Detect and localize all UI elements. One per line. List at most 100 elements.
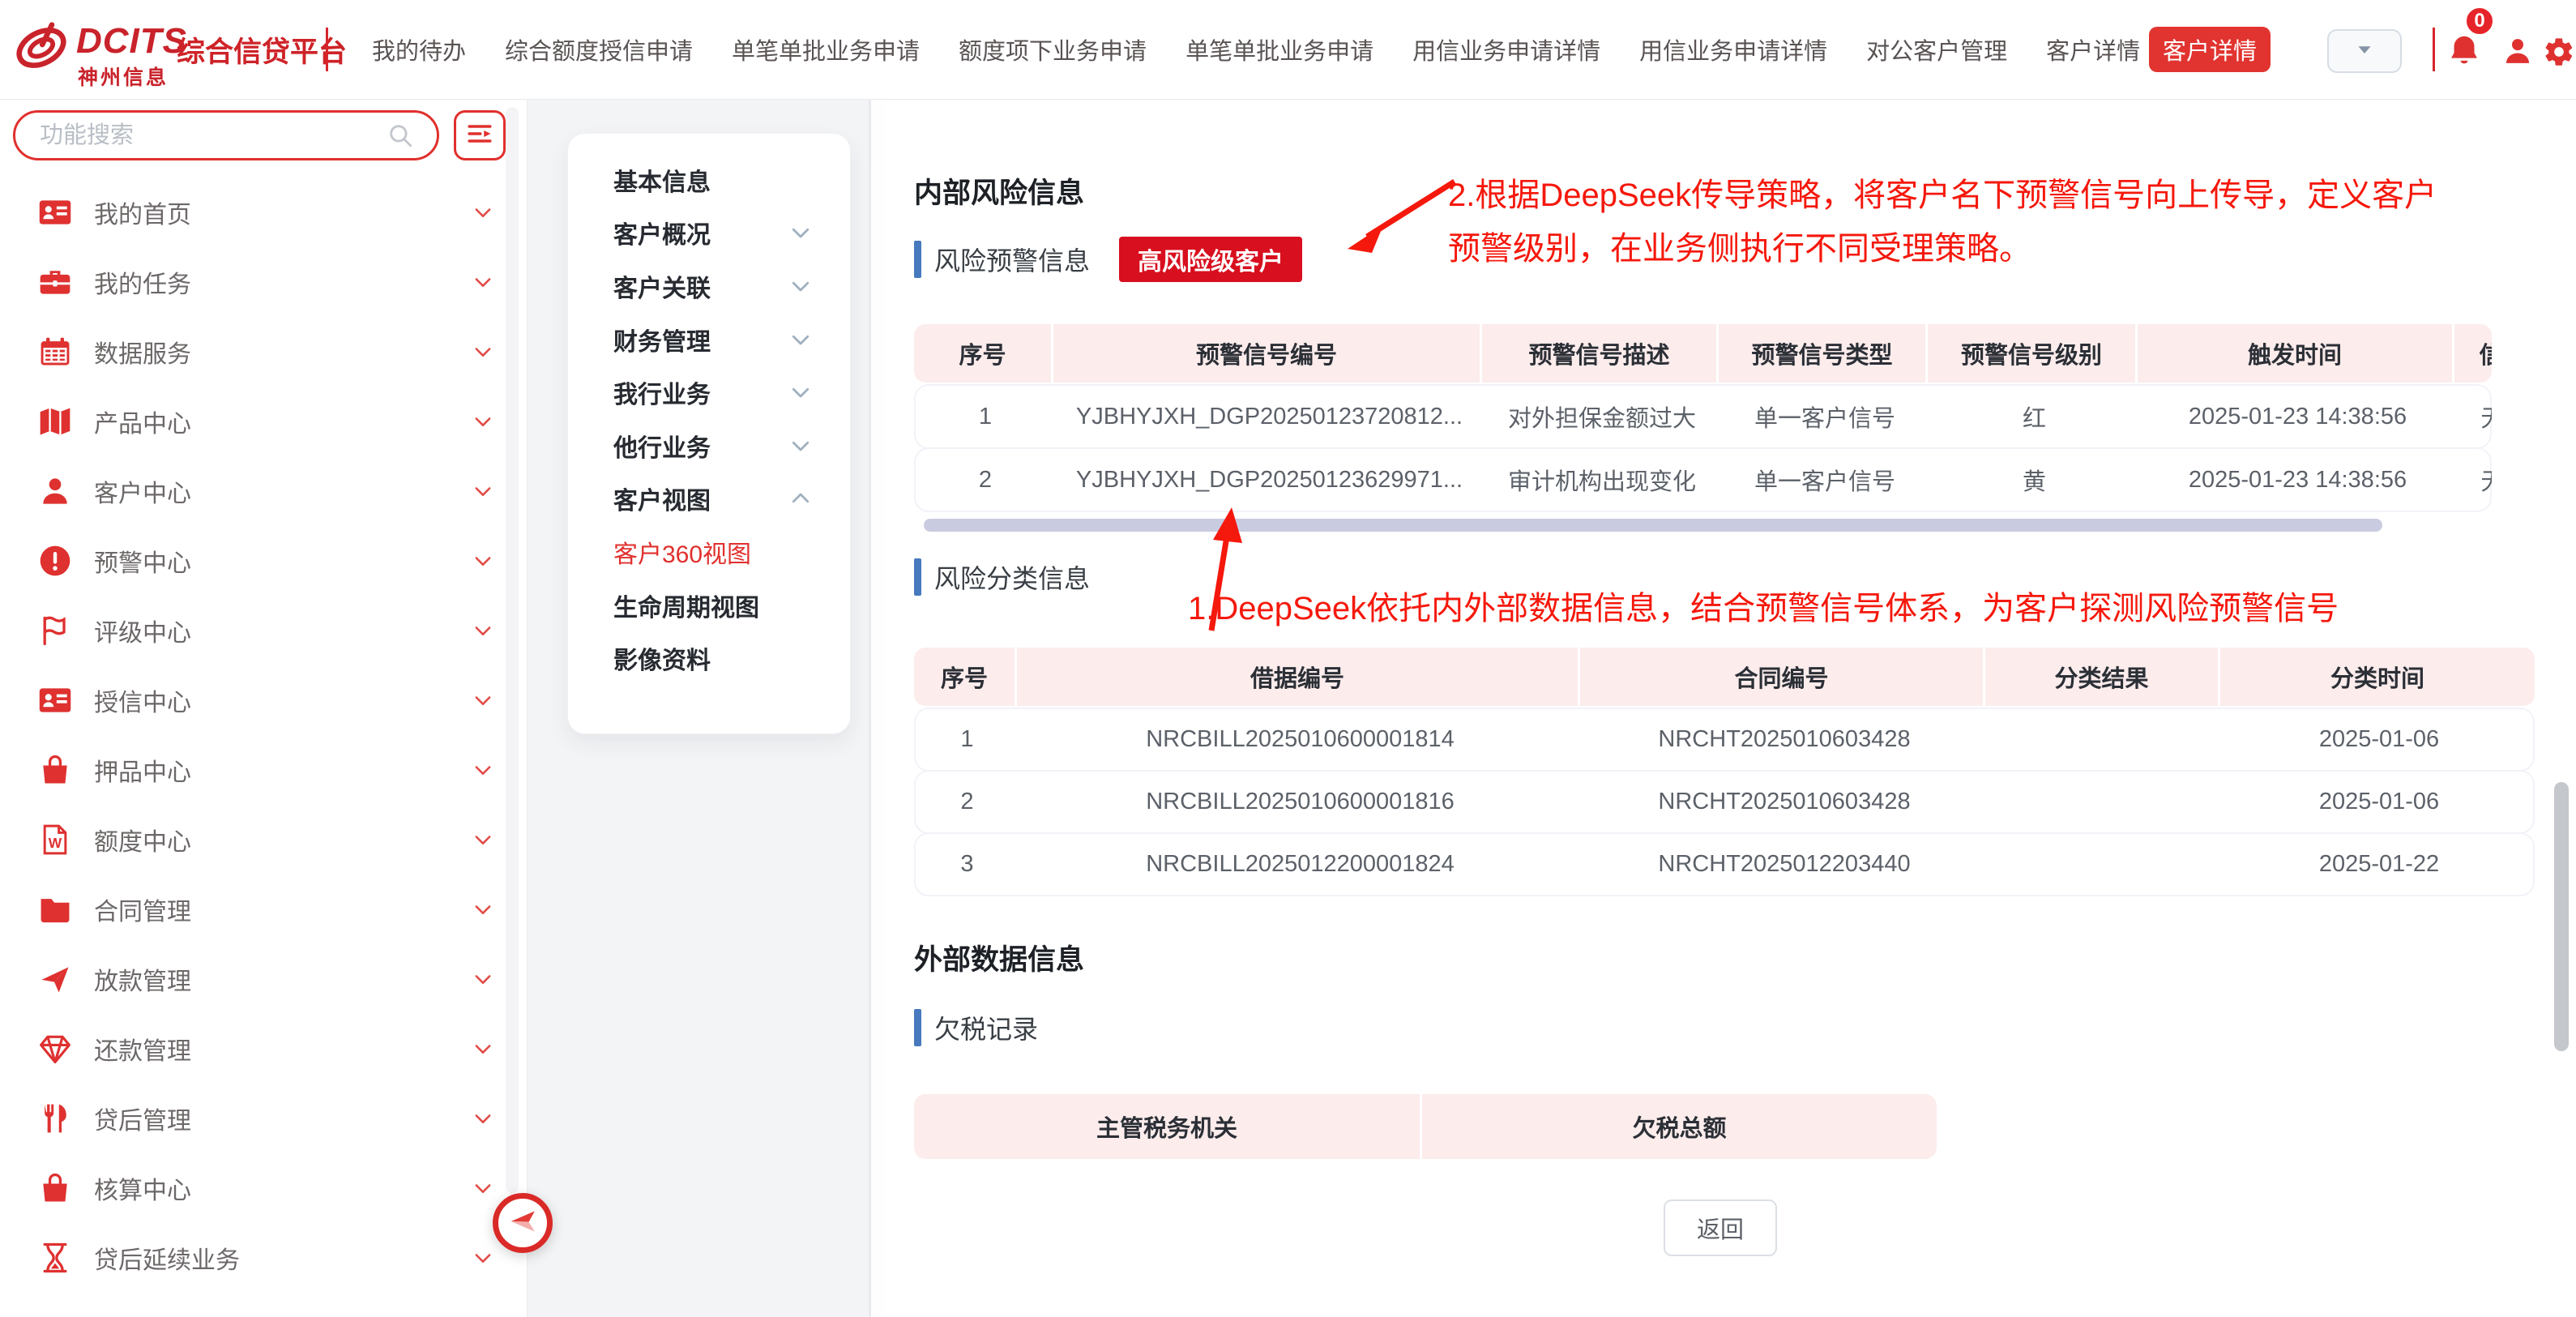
table-cell: 审计机构出现变化 bbox=[1484, 463, 1720, 497]
chevron-down-icon bbox=[788, 220, 813, 245]
back-button[interactable]: 返回 bbox=[1664, 1199, 1777, 1256]
tab-overflow-dropdown[interactable] bbox=[2327, 29, 2402, 73]
horizontal-scrollbar[interactable] bbox=[924, 519, 2382, 532]
sidebar-item[interactable]: 还款管理 bbox=[0, 1014, 527, 1084]
sidebar-menu: 我的首页我的任务数据服务产品中心客户中心预警中心评级中心授信中心押品中心W额度中… bbox=[0, 177, 527, 1293]
nav-item[interactable]: 对公客户管理 bbox=[1866, 32, 2007, 66]
submenu-item-label: 客户360视图 bbox=[613, 534, 751, 570]
table-cell: YJBHYJXH_DGP20250123629971... bbox=[1055, 467, 1484, 494]
search-input[interactable] bbox=[38, 122, 382, 150]
sidebar-item[interactable]: 我的任务 bbox=[0, 247, 527, 317]
nav-item[interactable]: 用信业务申请详情 bbox=[1412, 32, 1600, 66]
bell-icon[interactable] bbox=[2446, 32, 2483, 70]
table-cell: 2025-01-23 14:38:56 bbox=[2139, 404, 2456, 430]
chevron-down-icon bbox=[472, 201, 494, 224]
table-header-cell: 序号 bbox=[914, 648, 1017, 706]
sidebar-collapse-button[interactable] bbox=[493, 1193, 553, 1253]
submenu-item[interactable]: 我行业务 bbox=[568, 366, 850, 419]
sidebar-item[interactable]: 我的首页 bbox=[0, 177, 527, 247]
top-nav: 我的待办 综合额度授信申请 单笔单批业务申请 额度项下业务申请 单笔单批业务申请 用信业务… bbox=[372, 0, 2140, 99]
table-cell: YJBHYJXH_DGP20250123720812... bbox=[1055, 404, 1484, 430]
submenu-item[interactable]: 客户视图 bbox=[568, 472, 850, 526]
chevron-down-icon bbox=[472, 968, 494, 990]
sidebar-item[interactable]: 数据服务 bbox=[0, 317, 527, 387]
table-row[interactable]: 2YJBHYJXH_DGP20250123629971...审计机构出现变化单一… bbox=[914, 447, 2492, 512]
nav-item[interactable]: 用信业务申请详情 bbox=[1639, 32, 1827, 66]
submenu-item[interactable]: 客户概况 bbox=[568, 207, 850, 260]
utensils-icon bbox=[37, 1101, 73, 1136]
tab-customer-detail-active[interactable]: 客户详情 bbox=[2149, 27, 2271, 72]
table-row[interactable]: 1YJBHYJXH_DGP20250123720812...对外担保金额过大单一… bbox=[914, 384, 2492, 449]
submenu-item[interactable]: 基本信息 bbox=[568, 153, 850, 207]
nav-item[interactable]: 单笔单批业务申请 bbox=[732, 32, 920, 66]
chevron-down-icon bbox=[788, 327, 813, 352]
submenu-item-label: 他行业务 bbox=[613, 428, 711, 464]
tax-table: 主管税务机关欠税总额 bbox=[914, 1094, 1937, 1167]
chevron-down-icon bbox=[472, 898, 494, 921]
sidebar-item[interactable]: W额度中心 bbox=[0, 805, 527, 874]
customer-view-submenu: 基本信息客户概况客户关联财务管理我行业务他行业务客户视图客户360视图生命周期视… bbox=[567, 133, 851, 734]
nav-item[interactable]: 我的待办 bbox=[372, 32, 466, 66]
table-row[interactable]: 2NRCBILL2025010600001816NRCHT20250106034… bbox=[914, 770, 2535, 834]
sidebar-item[interactable]: 核算中心 bbox=[0, 1153, 527, 1223]
sidebar-item[interactable]: 贷后延续业务 bbox=[0, 1223, 527, 1293]
chevron-down-icon bbox=[788, 380, 813, 404]
table-cell: 单一客户信号 bbox=[1720, 400, 1929, 434]
table-cell: 3 bbox=[916, 851, 1019, 878]
sidebar-item[interactable]: 押品中心 bbox=[0, 735, 527, 805]
nav-item[interactable]: 单笔单批业务申请 bbox=[1185, 32, 1373, 66]
table-header-cell: 借据编号 bbox=[1017, 648, 1580, 706]
sidebar-item-label: 评级中心 bbox=[94, 613, 191, 648]
header-divider bbox=[326, 28, 328, 71]
table-cell: NRCHT2025012203440 bbox=[1582, 851, 1987, 878]
caret-down-icon bbox=[2352, 37, 2377, 66]
user-profile-icon[interactable] bbox=[2501, 34, 2535, 68]
sidebar-item[interactable]: 预警中心 bbox=[0, 526, 527, 596]
table-row[interactable]: 3NRCBILL2025012200001824NRCHT20250122034… bbox=[914, 832, 2535, 896]
sidebar-item[interactable]: 客户中心 bbox=[0, 456, 527, 526]
vertical-scrollbar[interactable] bbox=[2554, 782, 2569, 1051]
sidebar-item-label: 产品中心 bbox=[94, 404, 191, 439]
section-title-external-data: 外部数据信息 bbox=[914, 937, 1084, 978]
nav-item[interactable]: 综合额度授信申请 bbox=[505, 32, 693, 66]
submenu-item[interactable]: 客户关联 bbox=[568, 259, 850, 313]
table-cell: NRCBILL2025010600001814 bbox=[1019, 726, 1582, 753]
submenu-item[interactable]: 客户360视图 bbox=[568, 525, 850, 579]
table-header-cell: 预警信号级别 bbox=[1928, 324, 2138, 383]
menu-toggle-button[interactable] bbox=[454, 110, 506, 160]
chevron-up-icon bbox=[788, 486, 813, 511]
submenu-item[interactable]: 财务管理 bbox=[568, 313, 850, 366]
submenu-item[interactable]: 生命周期视图 bbox=[568, 579, 850, 632]
table-cell: NRCHT2025010603428 bbox=[1582, 726, 1987, 753]
gear-icon[interactable] bbox=[2543, 36, 2575, 68]
notification-badge: 0 bbox=[2463, 5, 2496, 37]
table-header-cell: 预警信号类型 bbox=[1719, 324, 1928, 383]
sidebar-item-label: 额度中心 bbox=[94, 822, 191, 857]
section-title-internal-risk: 内部风险信息 bbox=[914, 170, 1084, 212]
sidebar-item[interactable]: 合同管理 bbox=[0, 874, 527, 944]
sidebar-item[interactable]: 产品中心 bbox=[0, 387, 527, 456]
sidebar-item-label: 授信中心 bbox=[94, 682, 191, 718]
table-row[interactable]: 1NRCBILL2025010600001814NRCHT20250106034… bbox=[914, 708, 2535, 772]
folder-icon bbox=[37, 892, 73, 927]
table-header-cell: 序号 bbox=[914, 324, 1053, 383]
tax-record-label: 欠税记录 bbox=[934, 1009, 1038, 1046]
sidebar-item[interactable]: 评级中心 bbox=[0, 596, 527, 665]
product-title: 综合信贷平台 bbox=[177, 0, 347, 99]
sidebar-item[interactable]: 授信中心 bbox=[0, 665, 527, 735]
sidebar-item[interactable]: 放款管理 bbox=[0, 944, 527, 1014]
chevron-down-icon bbox=[472, 271, 494, 293]
diamond-icon bbox=[37, 1031, 73, 1067]
chevron-down-icon bbox=[472, 1246, 494, 1269]
submenu-item[interactable]: 他行业务 bbox=[568, 419, 850, 472]
nav-item[interactable]: 客户详情 bbox=[2046, 32, 2140, 66]
flag-icon bbox=[37, 613, 73, 648]
submenu-item-label: 客户关联 bbox=[613, 268, 711, 304]
tax-record-row: 欠税记录 bbox=[914, 1003, 1038, 1052]
submenu-item[interactable]: 影像资料 bbox=[568, 631, 850, 685]
nav-item[interactable]: 额度项下业务申请 bbox=[959, 32, 1147, 66]
sidebar-item[interactable]: 贷后管理 bbox=[0, 1084, 527, 1153]
table-header-row: 序号预警信号编号预警信号描述预警信号类型预警信号级别触发时间信 bbox=[914, 324, 2492, 383]
table-body: 1NRCBILL2025010600001814NRCHT20250106034… bbox=[914, 708, 2535, 896]
table-cell: 对外担保金额过大 bbox=[1484, 400, 1720, 434]
